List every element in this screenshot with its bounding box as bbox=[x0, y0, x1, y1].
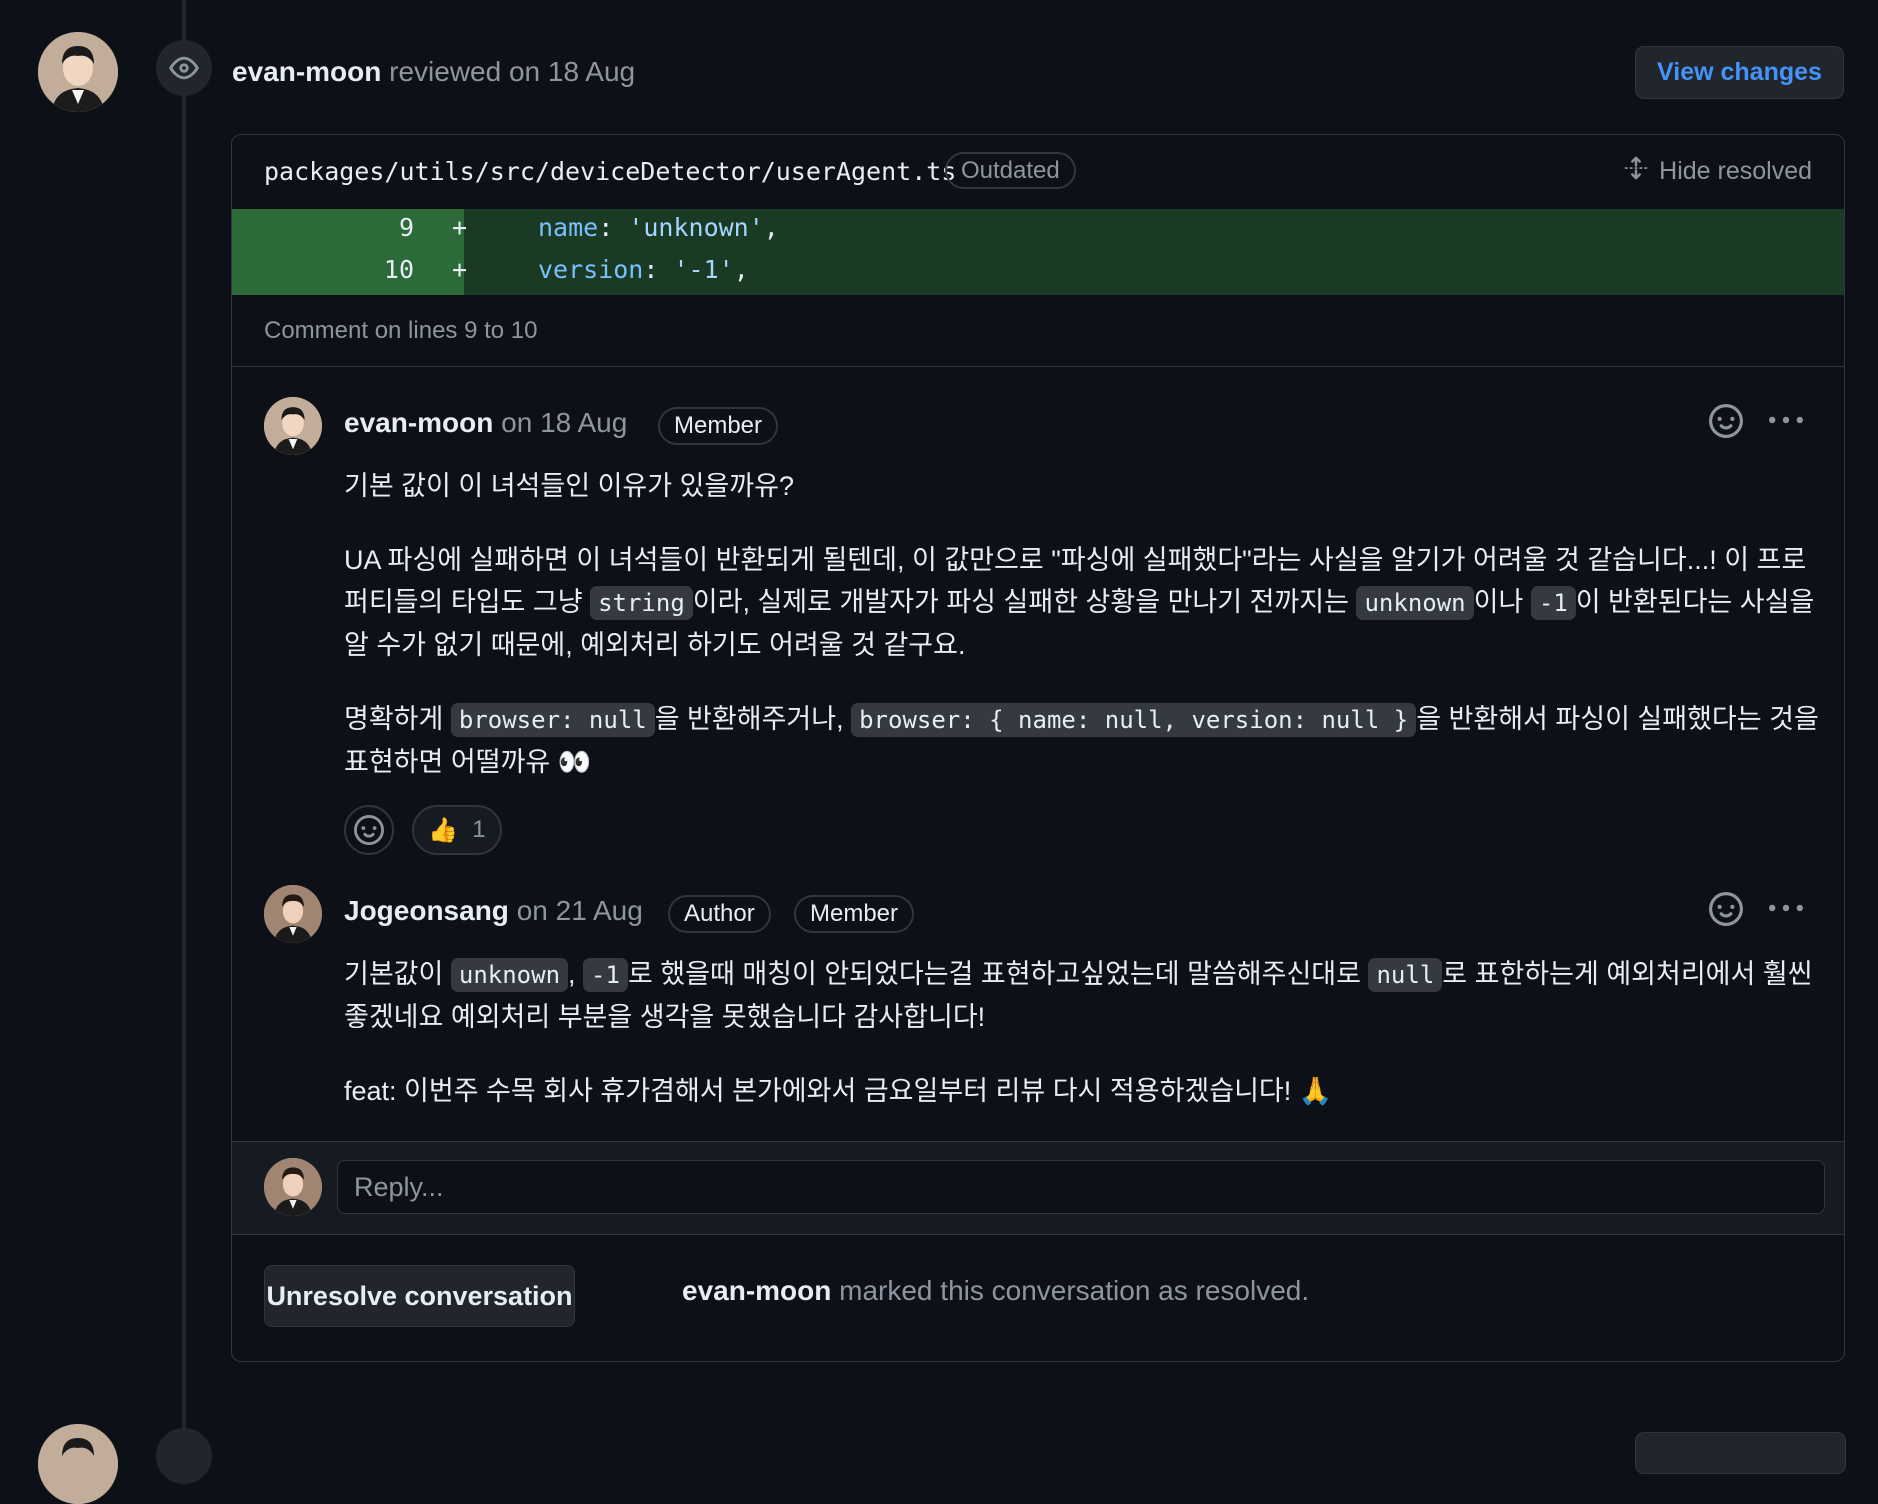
diff-code: version: '-1', bbox=[538, 255, 749, 284]
code-key: name bbox=[538, 213, 599, 242]
code-string: '-1' bbox=[673, 255, 734, 284]
reply-avatar[interactable] bbox=[264, 1158, 322, 1216]
diff-sign: + bbox=[452, 255, 468, 284]
diff-line: 10 + version: '-1', bbox=[232, 255, 1844, 297]
comment-paragraph: 기본 값이 이 녀석들인 이유가 있을까유? bbox=[344, 471, 794, 501]
code-colon: : bbox=[598, 213, 629, 242]
eye-icon bbox=[156, 40, 212, 96]
reaction-count: 1 bbox=[472, 816, 486, 843]
unfold-icon bbox=[1623, 155, 1649, 188]
comment-body: 기본 값이 이 녀석들인 이유가 있을까유? UA 파싱에 실패하면 이 녀석들… bbox=[344, 465, 1824, 815]
review-action: reviewed on 18 Aug bbox=[389, 56, 636, 87]
text-run: 을 반환해주거나, bbox=[654, 704, 852, 734]
file-header: packages/utils/src/deviceDetector/userAg… bbox=[232, 135, 1844, 210]
reviewer-name[interactable]: evan-moon bbox=[232, 56, 381, 87]
inline-code: unknown bbox=[1356, 586, 1474, 620]
comment-date[interactable]: on 18 Aug bbox=[501, 407, 627, 438]
member-badge: Member bbox=[794, 895, 915, 933]
comment-avatar[interactable] bbox=[264, 885, 322, 943]
thumbs-up-icon: 👍 bbox=[428, 816, 459, 844]
add-reaction-button[interactable] bbox=[344, 805, 394, 855]
inline-code: browser: null bbox=[450, 703, 655, 737]
author-badge: Author bbox=[668, 895, 771, 933]
smiley-icon[interactable] bbox=[1706, 889, 1746, 929]
review-thread: packages/utils/src/deviceDetector/userAg… bbox=[231, 134, 1845, 1362]
comment-date[interactable]: on 21 Aug bbox=[517, 895, 643, 926]
comment-range-label: Comment on lines 9 to 10 bbox=[264, 317, 538, 344]
comment-paragraph: UA 파싱에 실패하면 이 녀석들이 반환되게 될텐데, 이 값만으로 "파싱에… bbox=[344, 539, 1824, 666]
smiley-icon[interactable] bbox=[1706, 401, 1746, 441]
hide-resolved-label: Hide resolved bbox=[1659, 157, 1812, 185]
kebab-horizontal-icon[interactable] bbox=[1766, 889, 1806, 929]
comment-paragraph: 기본값이 unknown, -1 로 했을때 매칭이 안되었다는걸 표현하고싶었는… bbox=[344, 953, 1824, 1038]
resolved-text: marked this conversation as resolved. bbox=[831, 1275, 1310, 1306]
reviewer-avatar[interactable] bbox=[38, 32, 118, 112]
code-key: version bbox=[538, 255, 644, 284]
code-string: 'unknown' bbox=[628, 213, 764, 242]
smiley-icon bbox=[354, 815, 384, 845]
inline-code: null bbox=[1368, 958, 1443, 992]
comment-author[interactable]: Jogeonsang bbox=[344, 895, 509, 926]
diff-code: name: 'unknown', bbox=[538, 213, 779, 242]
file-path-link[interactable]: packages/utils/src/deviceDetector/userAg… bbox=[264, 157, 956, 186]
text-run: 이라, 실제로 개발자가 파싱 실패한 상황을 만나기 전까지는 bbox=[692, 587, 1357, 617]
member-badge: Member bbox=[658, 407, 779, 445]
comment-avatar[interactable] bbox=[264, 397, 322, 455]
inline-code: -1 bbox=[1530, 586, 1576, 620]
diff-hunk: 9 + name: 'unknown', 10 + version: '-1', bbox=[232, 209, 1844, 295]
reply-bar bbox=[232, 1141, 1844, 1235]
review-header: evan-moon reviewed on 18 Aug bbox=[232, 56, 635, 88]
text-run: 명확하게 bbox=[344, 704, 451, 734]
text-run: , bbox=[568, 959, 584, 989]
text-run: 기본값이 bbox=[344, 959, 451, 989]
unresolve-conversation-button[interactable]: Unresolve conversation bbox=[264, 1265, 575, 1327]
resolved-by-user[interactable]: evan-moon bbox=[682, 1275, 831, 1306]
view-changes-button[interactable]: View changes bbox=[1635, 46, 1844, 99]
inline-code: unknown bbox=[450, 958, 569, 992]
code-colon: : bbox=[643, 255, 674, 284]
thumbs-up-reaction[interactable]: 👍 1 bbox=[412, 805, 502, 855]
comment-author[interactable]: evan-moon bbox=[344, 407, 493, 438]
line-number[interactable]: 10 bbox=[232, 255, 414, 284]
next-item-badge bbox=[156, 1428, 212, 1484]
next-view-changes-button[interactable] bbox=[1635, 1432, 1846, 1474]
comment-paragraph: feat: 이번주 수목 회사 휴가겸해서 본가에와서 금요일부터 리뷰 다시 … bbox=[344, 1076, 1333, 1106]
text-run: 이나 bbox=[1473, 587, 1531, 617]
comment-body: 기본값이 unknown, -1 로 했을때 매칭이 안되었다는걸 표현하고싶었는… bbox=[344, 953, 1824, 1144]
line-number[interactable]: 9 bbox=[232, 213, 414, 242]
reply-input[interactable] bbox=[337, 1160, 1825, 1214]
text-run: 로 했을때 매칭이 안되었다는걸 표현하고싶었는데 말씀해주신대로 bbox=[627, 959, 1369, 989]
inline-code: browser: { name: null, version: null } bbox=[851, 703, 1417, 737]
code-tail: , bbox=[763, 213, 779, 242]
outdated-badge: Outdated bbox=[945, 152, 1076, 189]
comment-header: Jogeonsang on 21 Aug bbox=[344, 895, 643, 927]
inline-code: string bbox=[590, 586, 693, 620]
next-item-avatar[interactable] bbox=[38, 1424, 118, 1504]
comment-header: evan-moon on 18 Aug bbox=[344, 407, 627, 439]
timeline-line bbox=[182, 0, 186, 1446]
hide-resolved-button[interactable]: Hide resolved bbox=[1623, 155, 1812, 188]
inline-code: -1 bbox=[583, 958, 628, 992]
kebab-horizontal-icon[interactable] bbox=[1766, 401, 1806, 441]
diff-line: 9 + name: 'unknown', bbox=[232, 213, 1844, 255]
diff-sign: + bbox=[452, 213, 468, 242]
comment-paragraph: 명확하게 browser: null 을 반환해주거나, browser: { n… bbox=[344, 698, 1824, 783]
divider bbox=[232, 366, 1844, 367]
code-tail: , bbox=[733, 255, 749, 284]
resolved-note: evan-moon marked this conversation as re… bbox=[682, 1275, 1309, 1307]
